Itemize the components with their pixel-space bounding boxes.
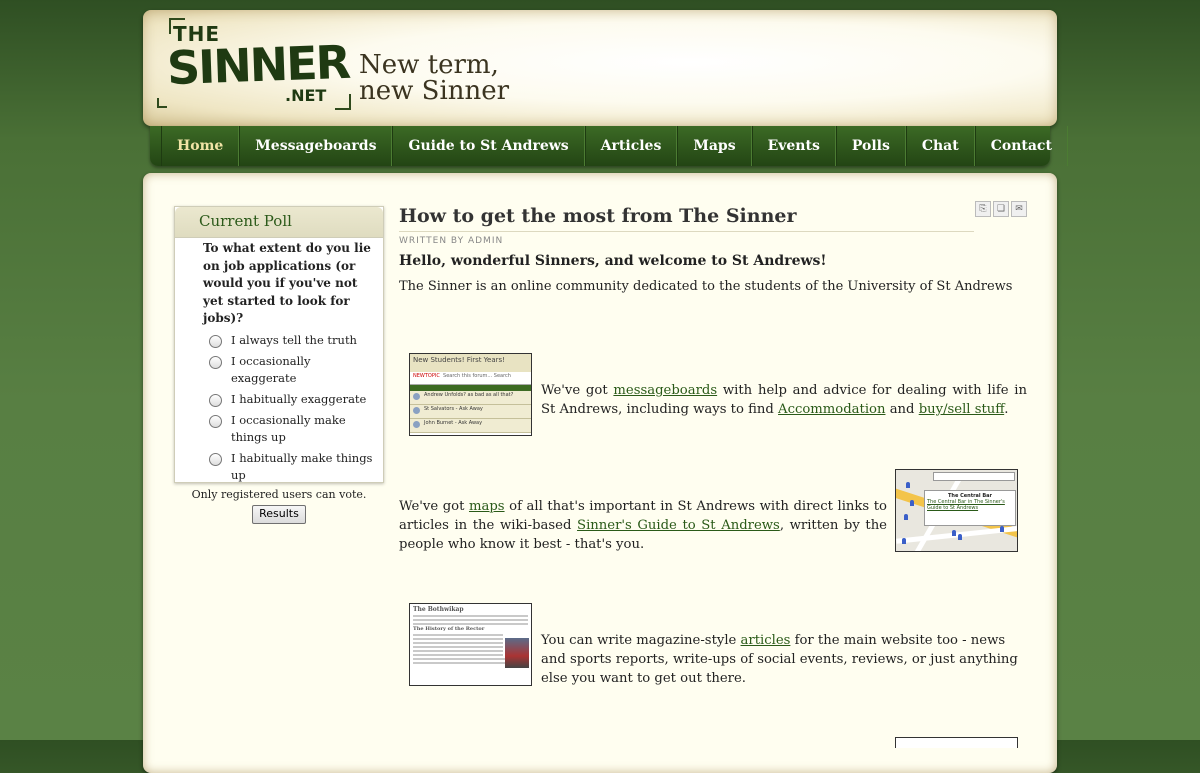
text: and	[885, 402, 919, 417]
poll-option[interactable]: I habitually make things up	[209, 450, 375, 484]
map-pin-icon	[958, 534, 962, 540]
nav-item-polls[interactable]: Polls	[835, 126, 906, 166]
logo-net: .NET	[285, 86, 327, 105]
thumb-line	[413, 623, 528, 625]
nav-item-maps[interactable]: Maps	[677, 126, 752, 166]
nav-item-events[interactable]: Events	[751, 126, 836, 166]
thumb-title: New Students! First Years!	[410, 354, 531, 372]
maps-link[interactable]: maps	[469, 499, 505, 514]
feature-text: You can write magazine-style articles fo…	[541, 631, 1027, 688]
article-intro: Hello, wonderful Sinners, and welcome to…	[399, 253, 827, 269]
poll-option-label: I always tell the truth	[231, 332, 357, 347]
thumb-search: Search this forum... Search	[443, 373, 511, 379]
site-logo[interactable]: THE SINNER .NET	[157, 16, 351, 116]
poll-note: Only registered users can vote.	[191, 487, 367, 501]
next-thumbnail[interactable]	[895, 737, 1018, 748]
poll-box: Current Poll To what extent do you lie o…	[174, 206, 384, 524]
poll-option-label: I occasionally exaggerate	[231, 353, 311, 385]
thumb-line	[413, 646, 503, 648]
map-thumbnail[interactable]: The Central Bar The Central Bar in The S…	[895, 469, 1018, 552]
thumb-photo	[505, 638, 529, 668]
text: .	[1004, 402, 1009, 417]
map-pin-icon	[904, 514, 908, 520]
poll-title: Current Poll	[175, 207, 383, 238]
nav-item-articles[interactable]: Articles	[584, 126, 678, 166]
thumb-row: Andrew Unfolds? as bad as all that?	[410, 391, 531, 405]
poll-option[interactable]: I occasionally exaggerate	[209, 353, 375, 387]
nav-item-contact[interactable]: Contact	[974, 126, 1068, 166]
article-paragraph: The Sinner is an online community dedica…	[399, 279, 1013, 294]
nav-item-guide[interactable]: Guide to St Andrews	[392, 126, 585, 166]
thumb-line	[413, 615, 528, 617]
map-info-bubble: The Central Bar The Central Bar in The S…	[924, 490, 1016, 526]
thumb-line	[413, 642, 503, 644]
poll-option-label: I habitually make things up	[231, 450, 373, 482]
poll-option[interactable]: I habitually exaggerate	[209, 391, 375, 408]
radio-button[interactable]	[209, 452, 222, 466]
thumb-title: The Bothwikap	[413, 606, 464, 613]
site-header: THE SINNER .NET New term, new Sinner	[143, 10, 1057, 126]
feature-messageboards: We've got messageboards with help and ad…	[541, 381, 1027, 419]
article: How to get the most from The Sinner Writ…	[399, 205, 1029, 296]
map-pin-icon	[1000, 526, 1004, 532]
main-nav: Home Messageboards Guide to St Andrews A…	[150, 126, 1068, 166]
feature-text: We've got messageboards with help and ad…	[541, 381, 1027, 419]
feature-articles: You can write magazine-style articles fo…	[541, 631, 1027, 688]
nav-item-chat[interactable]: Chat	[905, 126, 975, 166]
poll-question: To what extent do you lie on job applica…	[203, 241, 371, 325]
thumb-subtitle: The History of the Rector	[413, 626, 485, 632]
site-tagline: New term, new Sinner	[359, 52, 509, 104]
radio-button[interactable]	[209, 334, 222, 348]
thumb-newtopic: NEWTOPIC	[413, 373, 440, 379]
nav-item-home[interactable]: Home	[161, 126, 240, 166]
text: You can write magazine-style	[541, 633, 741, 648]
thumb-toolbar: NEWTOPIC Search this forum... Search	[410, 372, 531, 385]
thumb-line	[413, 619, 528, 621]
article-title[interactable]: How to get the most from The Sinner	[399, 205, 974, 232]
thumb-line	[413, 654, 503, 656]
tagline-line: New term,	[359, 50, 499, 80]
poll-option[interactable]: I always tell the truth	[209, 332, 375, 349]
bubble-link: The Central Bar in The Sinner's Guide to…	[927, 499, 1005, 511]
map-pin-icon	[952, 530, 956, 536]
map-toolbar	[933, 472, 1015, 481]
thumb-row: St Salvators - Ask Away	[410, 405, 531, 419]
articles-thumbnail[interactable]: The Bothwikap The History of the Rector	[409, 603, 532, 686]
text: We've got	[541, 383, 614, 398]
article-byline: Written by Admin	[399, 236, 504, 246]
radio-button[interactable]	[209, 414, 222, 428]
guide-link[interactable]: Sinner's Guide to St Andrews	[577, 518, 780, 533]
thumb-line	[413, 634, 503, 636]
results-button[interactable]: Results	[252, 504, 306, 524]
radio-button[interactable]	[209, 393, 222, 407]
articles-link[interactable]: articles	[741, 633, 791, 648]
map-pin-icon	[910, 500, 914, 506]
thumb-line	[413, 650, 503, 652]
poll-option-label: I habitually exaggerate	[231, 391, 367, 406]
text: We've got	[399, 499, 469, 514]
map-pin-icon	[902, 538, 906, 544]
thumb-row: John Burnet - Ask Away	[410, 419, 531, 433]
messageboards-link[interactable]: messageboards	[613, 383, 717, 398]
logo-bracket	[335, 94, 351, 110]
poll-option[interactable]: I occasionally make things up	[209, 412, 375, 446]
poll-option-label: I occasionally make things up	[231, 412, 346, 444]
tagline-line: new Sinner	[359, 76, 510, 106]
messageboards-thumbnail[interactable]: New Students! First Years! NEWTOPIC Sear…	[409, 353, 532, 436]
accommodation-link[interactable]: Accommodation	[778, 402, 885, 417]
nav-item-messageboards[interactable]: Messageboards	[239, 126, 393, 166]
buy-sell-link[interactable]: buy/sell stuff	[919, 402, 1005, 417]
map-pin-icon	[906, 482, 910, 488]
logo-bracket	[157, 98, 167, 108]
feature-maps: We've got maps of all that's important i…	[399, 497, 887, 554]
thumb-line	[413, 638, 503, 640]
feature-text: We've got maps of all that's important i…	[399, 497, 887, 554]
radio-button[interactable]	[209, 355, 222, 369]
